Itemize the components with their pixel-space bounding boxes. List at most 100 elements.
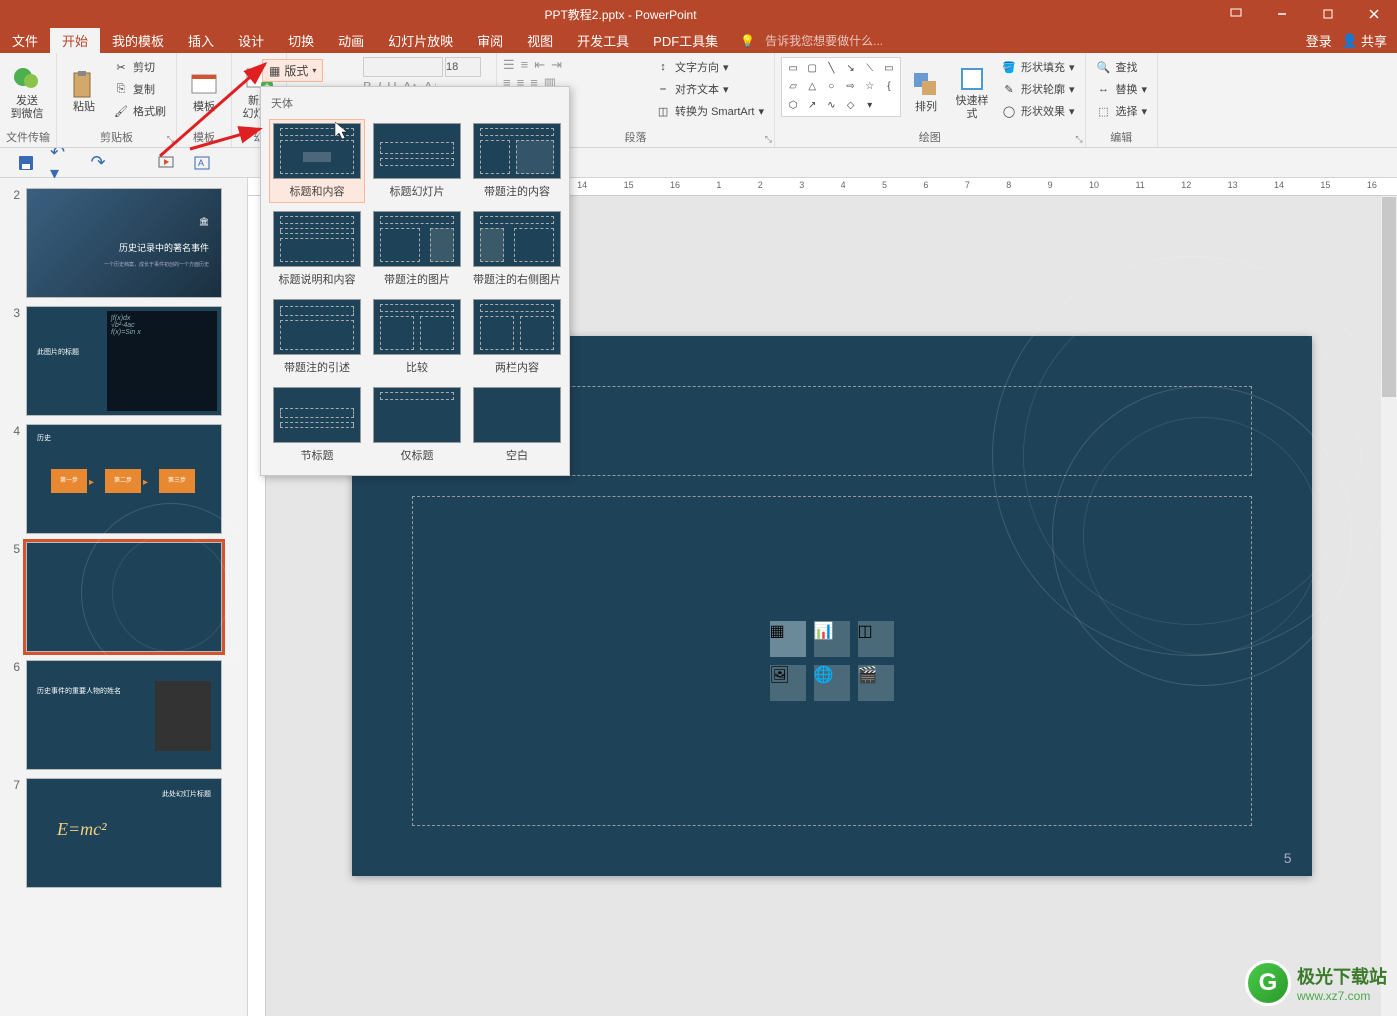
tab-view[interactable]: 视图 <box>515 28 565 53</box>
indent-inc-button[interactable]: ⇥ <box>551 57 562 73</box>
shape-star-icon[interactable]: ☆ <box>861 78 879 95</box>
thumbnail-slide-3[interactable]: 3 此图片的标题 ∫f(x)dx√b²-4acf(x)=Sin x <box>0 302 247 420</box>
shape-rect2-icon[interactable]: ▭ <box>880 60 898 77</box>
shape-more-icon[interactable]: ▾ <box>861 97 879 114</box>
tab-developer[interactable]: 开发工具 <box>565 28 641 53</box>
tab-animations[interactable]: 动画 <box>326 28 376 53</box>
replace-button[interactable]: ↔替换 ▾ <box>1092 79 1152 99</box>
slide-number: 5 <box>1284 850 1292 866</box>
shape-arrow-icon[interactable]: ⇨ <box>841 78 859 95</box>
template-button[interactable]: 模板 <box>183 57 225 127</box>
tab-transitions[interactable]: 切换 <box>276 28 326 53</box>
wechat-send-button[interactable]: 发送 到微信 <box>6 57 48 127</box>
insert-smartart-icon[interactable]: ◫ <box>858 621 894 657</box>
slideshow-button[interactable] <box>154 151 178 175</box>
shape-tri-icon[interactable]: △ <box>803 78 821 95</box>
share-button[interactable]: 👤 共享 <box>1342 31 1387 50</box>
select-button[interactable]: ⬚选择 ▾ <box>1092 101 1152 121</box>
cut-button[interactable]: ✂剪切 <box>109 57 170 77</box>
tab-file[interactable]: 文件 <box>0 28 50 53</box>
shape-flow-icon[interactable]: ◇ <box>841 97 859 114</box>
tab-design[interactable]: 设计 <box>226 28 276 53</box>
shape-brace-icon[interactable]: { <box>880 78 898 95</box>
copy-button[interactable]: ⎘复制 <box>109 79 170 99</box>
tab-home[interactable]: 开始 <box>50 28 100 53</box>
layout-option[interactable]: 带题注的内容 <box>469 119 565 203</box>
login-link[interactable]: 登录 <box>1306 31 1332 50</box>
shape-rect-icon[interactable]: ▭ <box>784 60 802 77</box>
shape-line-icon[interactable]: ╲ <box>822 60 840 77</box>
paragraph-launcher-icon[interactable]: ⤡ <box>765 134 772 145</box>
smartart-button[interactable]: ◫转换为 SmartArt ▾ <box>651 101 768 121</box>
insert-table-icon[interactable]: ▦ <box>770 621 806 657</box>
close-button[interactable] <box>1351 0 1397 28</box>
insert-online-picture-icon[interactable]: 🌐 <box>814 665 850 701</box>
textbox-button[interactable]: A <box>190 151 214 175</box>
arrange-button[interactable]: 排列 <box>905 57 947 127</box>
font-family-input[interactable] <box>363 57 443 77</box>
shape-conn-icon[interactable]: ↘ <box>841 60 859 77</box>
undo-button[interactable]: ↶ ▾ <box>50 151 74 175</box>
tellme-input[interactable]: 告诉我您想要做什么... <box>765 32 883 49</box>
shape-effects-button[interactable]: ◯形状效果 ▾ <box>997 101 1079 121</box>
shape-rrect-icon[interactable]: ▢ <box>803 60 821 77</box>
clipboard-launcher-icon[interactable]: ⤡ <box>167 134 174 145</box>
layout-option[interactable]: 两栏内容 <box>469 295 565 379</box>
ribbon-options-icon[interactable] <box>1213 0 1259 28</box>
thumbnail-slide-5[interactable]: 5 <box>0 538 247 656</box>
font-size-input[interactable] <box>445 57 481 77</box>
shape-fill-button[interactable]: 🪣形状填充 ▾ <box>997 57 1079 77</box>
layout-option[interactable]: 仅标题 <box>369 383 465 467</box>
paste-button[interactable]: 粘贴 <box>63 57 105 127</box>
insert-chart-icon[interactable]: 📊 <box>814 621 850 657</box>
text-direction-button[interactable]: ↕文字方向 ▾ <box>651 57 768 77</box>
align-text-button[interactable]: ⎯对齐文本 ▾ <box>651 79 768 99</box>
layout-option[interactable]: 带题注的引述 <box>269 295 365 379</box>
tab-insert[interactable]: 插入 <box>176 28 226 53</box>
slide-thumbnail-panel[interactable]: 2 🏛 历史记录中的著名事件 一个历史档案，成长于事件初创的一个方面历史 3 此… <box>0 178 248 1016</box>
redo-button[interactable]: ↷ <box>86 151 110 175</box>
tab-slideshow[interactable]: 幻灯片放映 <box>376 28 465 53</box>
layout-option[interactable]: 标题幻灯片 <box>369 119 465 203</box>
shape-outline-button[interactable]: ✎形状轮廓 ▾ <box>997 79 1079 99</box>
layout-option-label: 标题和内容 <box>290 183 345 199</box>
layout-option[interactable]: 空白 <box>469 383 565 467</box>
save-button[interactable] <box>14 151 38 175</box>
layout-dropdown-button[interactable]: ▦ 版式 ▾ <box>262 59 323 82</box>
insert-picture-icon[interactable]: 🖼 <box>770 665 806 701</box>
thumbnail-slide-6[interactable]: 6 历史事件的重要人物的姓名 <box>0 656 247 774</box>
layout-option[interactable]: 节标题 <box>269 383 365 467</box>
insert-video-icon[interactable]: 🎬 <box>858 665 894 701</box>
layout-option[interactable]: 带题注的右侧图片 <box>469 207 565 291</box>
tab-review[interactable]: 审阅 <box>465 28 515 53</box>
minimize-button[interactable] <box>1259 0 1305 28</box>
text-direction-icon: ↕ <box>655 59 671 75</box>
layout-preview-thumb <box>473 123 561 179</box>
shape-circ-icon[interactable]: ○ <box>822 78 840 95</box>
shape-hex-icon[interactable]: ⬡ <box>784 97 802 114</box>
shape-para-icon[interactable]: ▱ <box>784 78 802 95</box>
thumbnail-slide-2[interactable]: 2 🏛 历史记录中的著名事件 一个历史档案，成长于事件初创的一个方面历史 <box>0 184 247 302</box>
shapes-gallery[interactable]: ▭▢╲↘⟍▭ ▱△○⇨☆{ ⬡↗∿◇▾ <box>781 57 901 117</box>
thumbnail-slide-7[interactable]: 7 此处幻灯片标题 E=mc² <box>0 774 247 892</box>
numbering-button[interactable]: ≡ <box>521 57 529 73</box>
layout-option[interactable]: 带题注的图片 <box>369 207 465 291</box>
bullets-button[interactable]: ☰ <box>503 57 515 73</box>
shape-curve-icon[interactable]: ∿ <box>822 97 840 114</box>
format-painter-button[interactable]: 🖌格式刷 <box>109 101 170 121</box>
find-button[interactable]: 🔍查找 <box>1092 57 1152 77</box>
maximize-button[interactable] <box>1305 0 1351 28</box>
content-placeholder[interactable]: ▦ 📊 ◫ 🖼 🌐 🎬 <box>412 496 1252 826</box>
tab-pdftools[interactable]: PDF工具集 <box>641 28 730 53</box>
fill-icon: 🪣 <box>1001 59 1017 75</box>
layout-option[interactable]: 比较 <box>369 295 465 379</box>
drawing-launcher-icon[interactable]: ⤡ <box>1075 134 1082 145</box>
shape-line2-icon[interactable]: ⟍ <box>861 60 879 77</box>
tab-templates[interactable]: 我的模板 <box>100 28 176 53</box>
layout-option[interactable]: 标题说明和内容 <box>269 207 365 291</box>
vertical-scrollbar[interactable] <box>1381 196 1397 1016</box>
shape-arrow2-icon[interactable]: ↗ <box>803 97 821 114</box>
layout-option[interactable]: 标题和内容 <box>269 119 365 203</box>
indent-dec-button[interactable]: ⇤ <box>534 57 545 73</box>
quick-styles-button[interactable]: 快速样式 <box>951 57 993 127</box>
